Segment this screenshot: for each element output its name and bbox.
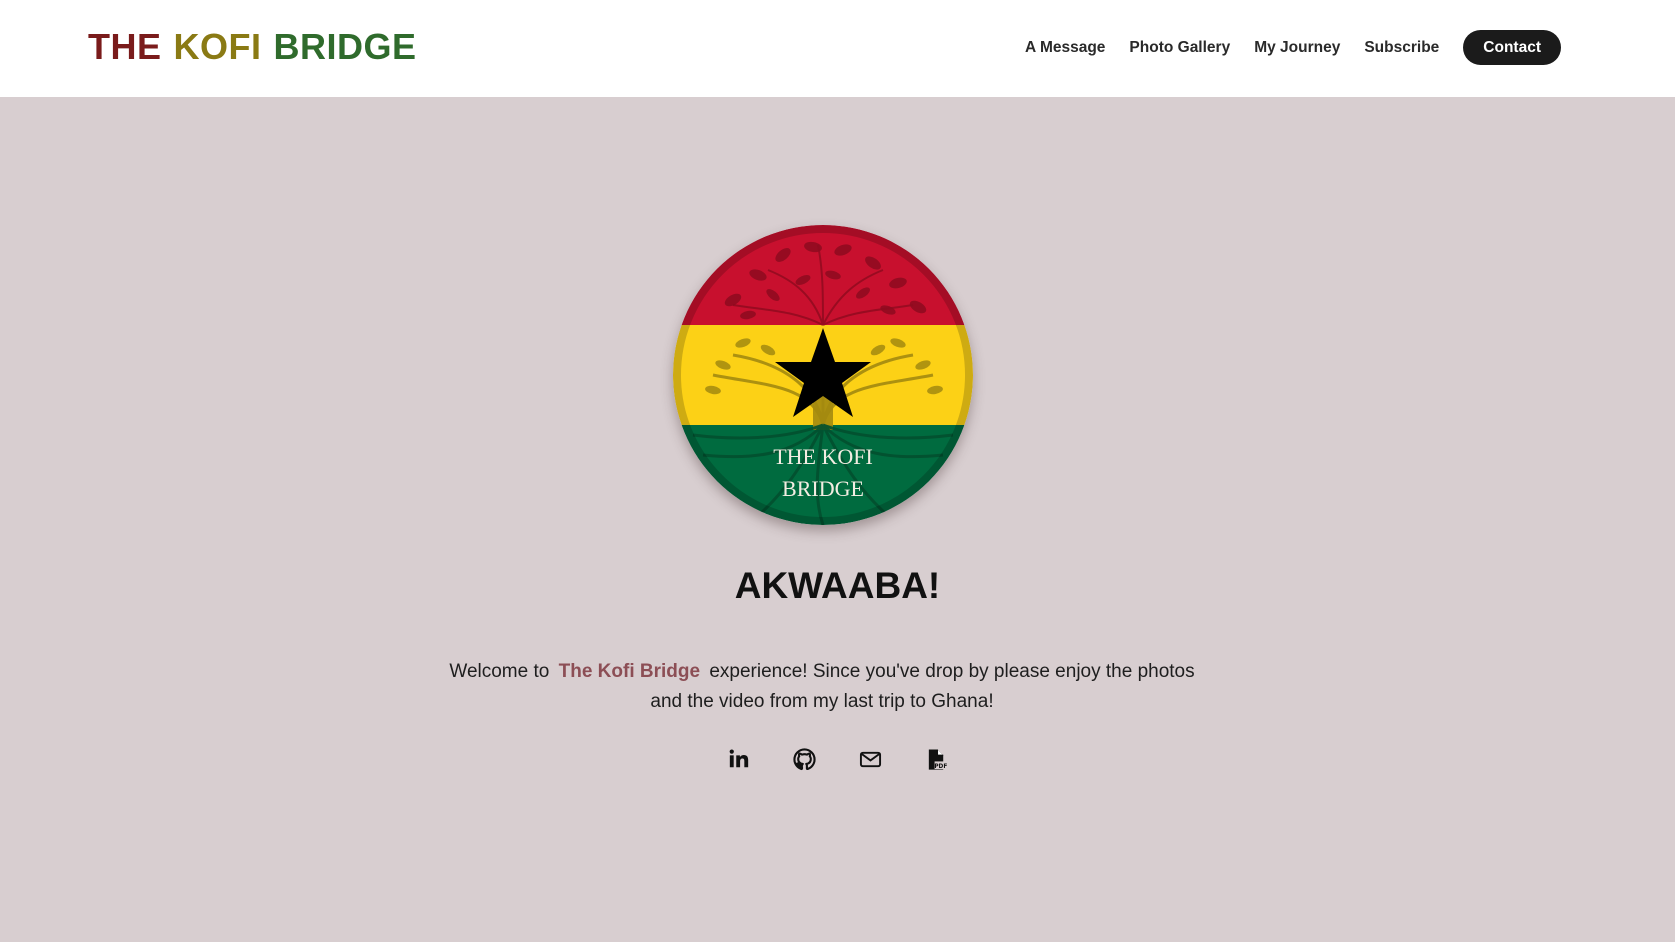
linkedin-link[interactable]	[727, 747, 751, 771]
logo-word-bridge: BRIDGE	[273, 26, 417, 67]
github-link[interactable]	[793, 747, 817, 771]
welcome-text-before: Welcome to	[449, 661, 550, 682]
social-links: PDF	[0, 747, 1675, 771]
kofi-bridge-emblem: THE KOFI BRIDGE	[673, 225, 973, 525]
svg-text:PDF: PDF	[934, 764, 947, 770]
nav-link-photo-gallery[interactable]: Photo Gallery	[1129, 39, 1230, 57]
resume-pdf-link[interactable]: PDF	[925, 747, 949, 771]
linkedin-icon	[729, 749, 748, 768]
site-header: THE KOFI BRIDGE A Message Photo Gallery My…	[0, 0, 1675, 97]
email-link[interactable]	[859, 747, 883, 771]
welcome-text-after: experience! Since you've drop by please …	[650, 661, 1195, 712]
contact-button[interactable]: Contact	[1463, 30, 1561, 65]
ghana-tree-emblem-image: THE KOFI BRIDGE	[673, 225, 973, 525]
emblem-text-line2: BRIDGE	[782, 476, 864, 501]
nav-link-my-journey[interactable]: My Journey	[1254, 39, 1340, 57]
github-icon	[793, 747, 816, 770]
logo-word-kofi: KOFI	[173, 26, 262, 67]
nav-link-subscribe[interactable]: Subscribe	[1364, 39, 1439, 57]
mail-icon	[859, 751, 882, 767]
emblem-text-line1: THE KOFI	[773, 444, 873, 469]
main-nav: A Message Photo Gallery My Journey Subsc…	[1001, 30, 1561, 65]
greeting-heading: AKWAABA!	[734, 565, 941, 606]
welcome-text: Welcome to The Kofi Bridge experience! S…	[437, 657, 1207, 717]
hero-section: THE KOFI BRIDGE AKWAABA! Welcome to The …	[0, 97, 1675, 942]
welcome-brand-name: The Kofi Bridge	[558, 661, 701, 682]
nav-link-a-message[interactable]: A Message	[1025, 39, 1105, 57]
pdf-icon: PDF	[928, 748, 947, 770]
site-logo[interactable]: THE KOFI BRIDGE	[88, 26, 429, 68]
logo-word-the: THE	[88, 26, 162, 67]
